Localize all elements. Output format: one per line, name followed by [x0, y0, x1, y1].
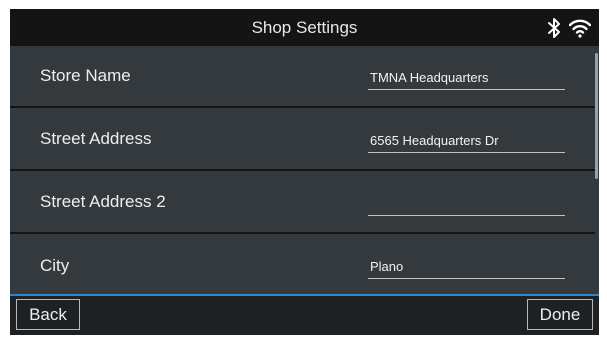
done-button[interactable]: Done	[527, 299, 593, 330]
bluetooth-icon	[547, 17, 561, 39]
row-street-address[interactable]: Street Address 6565 Headquarters Dr	[10, 109, 595, 171]
street-address-2-label: Street Address 2	[40, 192, 166, 211]
page-title: Shop Settings	[251, 18, 358, 37]
city-label: City	[40, 256, 70, 275]
wifi-icon	[569, 18, 591, 38]
status-icons	[547, 17, 591, 39]
settings-list: Store Name TMNA Headquarters Street Addr…	[10, 46, 599, 295]
row-street-address-2[interactable]: Street Address 2	[10, 172, 595, 234]
city-field[interactable]: Plano	[368, 257, 565, 279]
row-city[interactable]: City Plano	[10, 235, 595, 297]
footer-bar: Back Done	[10, 296, 599, 335]
title-bar: Shop Settings	[10, 9, 599, 46]
back-button[interactable]: Back	[16, 299, 80, 330]
street-address-2-field[interactable]	[368, 194, 565, 216]
shop-settings-screen: Shop Settings Store Name TMNA Headquarte…	[10, 9, 599, 335]
street-address-label: Street Address	[40, 129, 152, 148]
row-store-name[interactable]: Store Name TMNA Headquarters	[10, 46, 595, 108]
store-name-label: Store Name	[40, 66, 131, 85]
scrollbar[interactable]	[595, 53, 598, 179]
street-address-field[interactable]: 6565 Headquarters Dr	[368, 131, 565, 153]
store-name-field[interactable]: TMNA Headquarters	[368, 68, 565, 90]
